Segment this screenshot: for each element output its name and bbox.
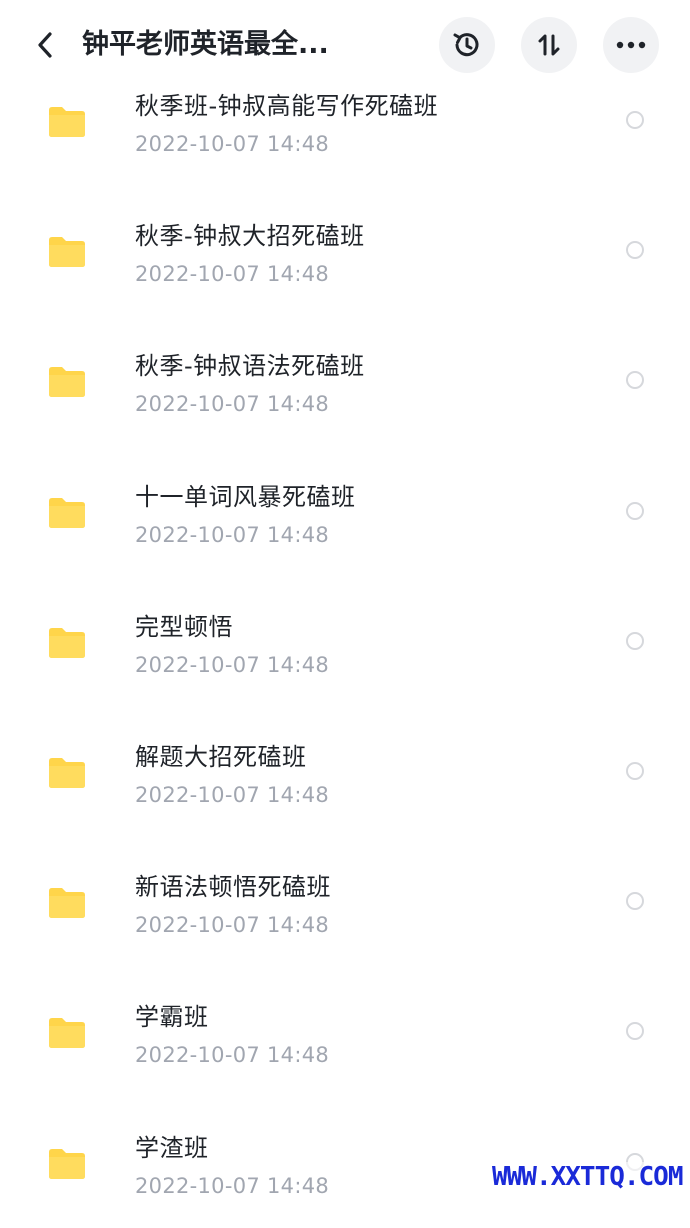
folder-name: 学霸班 xyxy=(135,1003,209,1032)
select-radio[interactable] xyxy=(626,761,644,780)
folder-date: 2022-10-07 14:48 xyxy=(135,132,330,156)
top-bar: 钟平老师英语最全... xyxy=(0,0,690,90)
back-button[interactable] xyxy=(30,28,60,62)
folder-icon xyxy=(49,757,85,788)
history-button[interactable] xyxy=(439,17,495,73)
folder-icon xyxy=(49,107,85,137)
folder-icon xyxy=(49,497,85,528)
folder-name: 完型顿悟 xyxy=(135,612,233,641)
folder-icon xyxy=(49,1148,85,1179)
folder-date: 2022-10-07 14:48 xyxy=(135,782,330,807)
folder-icon xyxy=(49,627,85,658)
folder-date: 2022-10-07 14:48 xyxy=(135,522,330,547)
more-dots-icon xyxy=(616,41,646,49)
select-radio[interactable] xyxy=(626,371,644,390)
sort-arrows-icon xyxy=(538,34,560,56)
page-title: 钟平老师英语最全... xyxy=(82,29,329,60)
folder-row[interactable]: 学霸班 2022-10-07 14:48 xyxy=(0,967,690,1097)
folder-name: 学渣班 xyxy=(135,1133,209,1162)
folder-icon xyxy=(49,1018,85,1049)
select-radio[interactable] xyxy=(626,1022,644,1041)
select-radio[interactable] xyxy=(626,241,644,260)
folder-row[interactable]: 完型顿悟 2022-10-07 14:48 xyxy=(0,577,690,707)
folder-row[interactable]: 新语法顿悟死磕班 2022-10-07 14:48 xyxy=(0,837,690,967)
folder-date: 2022-10-07 14:48 xyxy=(135,913,330,938)
folder-icon xyxy=(49,237,85,268)
folder-date: 2022-10-07 14:48 xyxy=(135,392,330,417)
folder-name: 秋季-钟叔大招死磕班 xyxy=(135,222,365,251)
folder-row[interactable]: 秋季-钟叔语法死磕班 2022-10-07 14:48 xyxy=(0,316,690,446)
folder-date: 2022-10-07 14:48 xyxy=(135,1043,330,1068)
folder-row[interactable]: 解题大招死磕班 2022-10-07 14:48 xyxy=(0,707,690,837)
folder-date: 2022-10-07 14:48 xyxy=(135,652,330,677)
select-radio[interactable] xyxy=(626,501,644,520)
history-clock-icon xyxy=(453,33,479,57)
more-button[interactable] xyxy=(603,17,659,73)
folder-list: 秋季班-钟叔高能写作死磕班 2022-10-07 14:48 秋季-钟叔大招死磕班 2… xyxy=(0,56,690,1228)
back-arrow-icon xyxy=(38,32,52,58)
select-radio[interactable] xyxy=(626,631,644,650)
folder-name: 秋季-钟叔语法死磕班 xyxy=(135,352,365,381)
folder-date: 2022-10-07 14:48 xyxy=(135,1173,330,1198)
sort-button[interactable] xyxy=(521,17,577,73)
folder-name: 秋季班-钟叔高能写作死磕班 xyxy=(135,92,439,120)
folder-date: 2022-10-07 14:48 xyxy=(135,262,330,287)
select-radio[interactable] xyxy=(626,111,644,129)
select-radio[interactable] xyxy=(626,892,644,911)
folder-icon xyxy=(49,367,85,398)
folder-icon xyxy=(49,888,85,919)
watermark: WWW.XXTTQ.COM xyxy=(492,1162,683,1192)
folder-name: 新语法顿悟死磕班 xyxy=(135,873,331,902)
folder-row[interactable]: 十一单词风暴死磕班 2022-10-07 14:48 xyxy=(0,447,690,577)
folder-row[interactable]: 秋季-钟叔大招死磕班 2022-10-07 14:48 xyxy=(0,186,690,316)
folder-name: 解题大招死磕班 xyxy=(135,742,307,771)
folder-name: 十一单词风暴死磕班 xyxy=(135,482,356,511)
